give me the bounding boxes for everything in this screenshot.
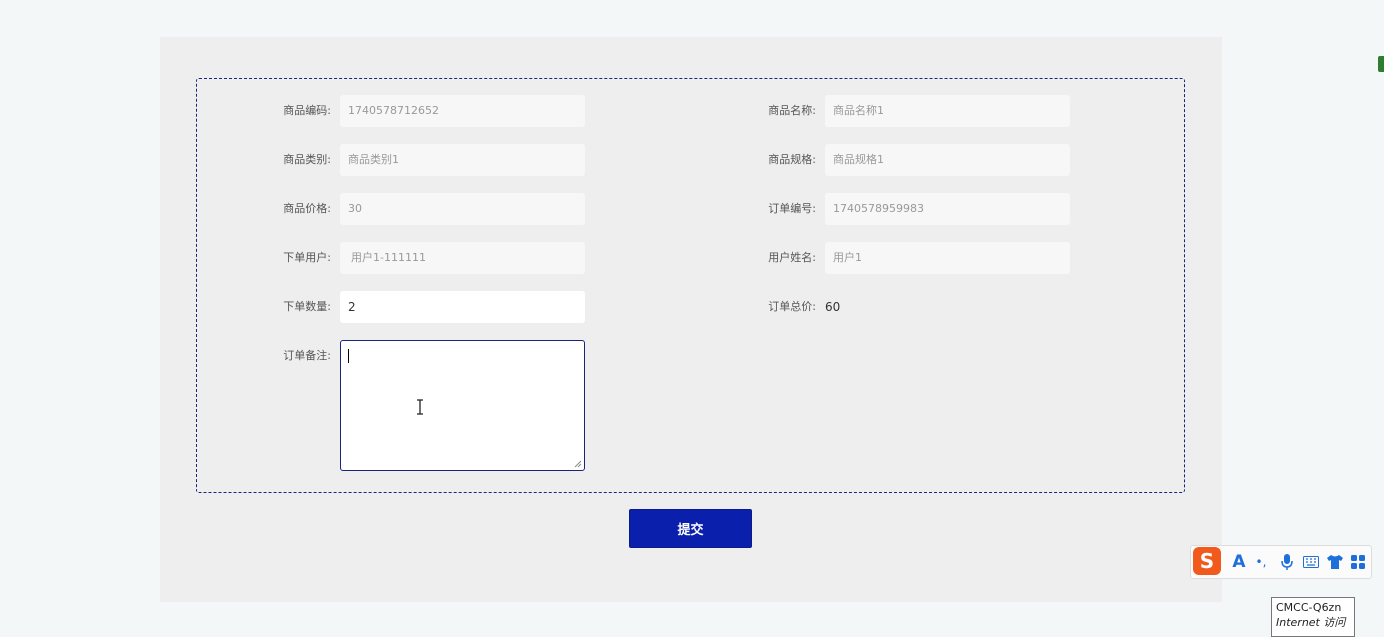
- scroll-indicator: [1378, 56, 1384, 72]
- field-label: 订单编号:: [768, 202, 816, 215]
- field-product-category: 商品类别:: [197, 144, 597, 176]
- field-label: 下单数量:: [283, 300, 331, 313]
- field-order-number: 订单编号:: [682, 193, 1082, 225]
- network-status: Internet 访问: [1276, 616, 1346, 629]
- field-remark: 订单备注:: [197, 340, 597, 471]
- apps-icon[interactable]: [1348, 550, 1368, 574]
- product-category-input[interactable]: [340, 144, 585, 176]
- product-code-input[interactable]: [340, 95, 585, 127]
- quantity-input[interactable]: [340, 291, 585, 323]
- resize-grip-icon[interactable]: [574, 460, 582, 468]
- user-name-input[interactable]: [825, 242, 1070, 274]
- punctuation-toggle[interactable]: •,: [1251, 550, 1271, 574]
- order-number-input[interactable]: [825, 193, 1070, 225]
- order-user-input[interactable]: [340, 242, 585, 274]
- field-label: 商品类别:: [283, 153, 331, 166]
- field-label: 用户姓名:: [768, 251, 816, 264]
- field-product-name: 商品名称:: [682, 95, 1082, 127]
- keyboard-icon[interactable]: [1301, 550, 1321, 574]
- field-label: 商品名称:: [768, 104, 816, 117]
- field-label: 订单备注:: [283, 349, 331, 362]
- field-product-spec: 商品规格:: [682, 144, 1082, 176]
- field-label: 下单用户:: [283, 251, 331, 264]
- shirt-icon[interactable]: [1325, 550, 1345, 574]
- field-label: 商品规格:: [768, 153, 816, 166]
- language-toggle[interactable]: A: [1229, 550, 1249, 574]
- text-caret: [348, 349, 349, 363]
- field-label: 商品编码:: [283, 104, 331, 117]
- field-order-user: 下单用户:: [197, 242, 597, 274]
- remark-textarea[interactable]: [340, 340, 585, 471]
- product-price-input[interactable]: [340, 193, 585, 225]
- order-total-value: 60: [825, 300, 841, 314]
- field-user-name: 用户姓名:: [682, 242, 1082, 274]
- form-panel: 商品编码: 商品类别: 商品价格: 下单用户: 下单数量: 订单备注:: [160, 37, 1222, 602]
- field-quantity: 下单数量:: [197, 291, 597, 323]
- field-label: 商品价格:: [283, 202, 331, 215]
- order-form: 商品编码: 商品类别: 商品价格: 下单用户: 下单数量: 订单备注:: [196, 78, 1185, 493]
- network-name: CMCC-Q6zn: [1276, 601, 1342, 614]
- field-product-code: 商品编码:: [197, 95, 597, 127]
- field-product-price: 商品价格:: [197, 193, 597, 225]
- ime-toolbar: S A •,: [1190, 545, 1372, 579]
- submit-button[interactable]: 提交: [629, 509, 752, 548]
- product-name-input[interactable]: [825, 95, 1070, 127]
- field-label: 订单总价:: [768, 300, 816, 313]
- network-tooltip: CMCC-Q6zn Internet 访问: [1271, 597, 1355, 637]
- field-order-total: 订单总价: 60: [682, 291, 1082, 323]
- mic-icon[interactable]: [1277, 550, 1297, 574]
- product-spec-input[interactable]: [825, 144, 1070, 176]
- ibeam-cursor-icon: [417, 399, 423, 415]
- sogou-logo-icon[interactable]: S: [1193, 547, 1221, 575]
